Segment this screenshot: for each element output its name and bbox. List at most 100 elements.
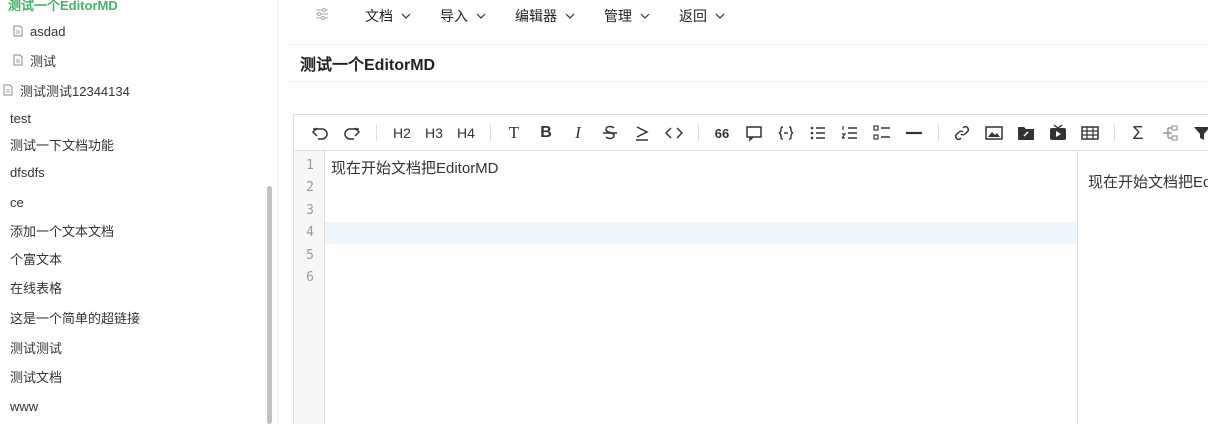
sidebar-item-label: 测试测试12344134 [20, 83, 130, 99]
sidebar-item-editormd[interactable]: 测试一个EditorMD [8, 0, 118, 17]
tv-icon [1050, 124, 1066, 140]
document-title-field[interactable]: 测试一个EditorMD [288, 44, 1208, 82]
undo-button[interactable] [310, 123, 330, 143]
h3-button[interactable]: H3 [422, 123, 446, 143]
task-list-icon [873, 125, 890, 140]
h2-button[interactable]: H2 [390, 123, 414, 143]
sidebar-item-label: dfsdfs [10, 164, 45, 180]
active-line-highlight [325, 222, 1077, 244]
sidebar-item-label: 这是一个简单的超链接 [10, 310, 141, 326]
quote-button[interactable]: 66 [712, 123, 732, 143]
comment-icon [746, 126, 762, 142]
sidebar-item-label: 在线表格 [10, 280, 63, 296]
link-icon [954, 125, 970, 141]
sidebar-item-dfsdfs[interactable]: dfsdfs [10, 159, 45, 185]
attachment-button[interactable] [1016, 123, 1036, 143]
table-button[interactable] [1080, 123, 1100, 143]
undo-icon [311, 127, 328, 140]
bold-button[interactable]: B [536, 123, 556, 143]
h4-button[interactable]: H4 [454, 123, 478, 143]
sidebar-item-ce[interactable]: ce [10, 189, 24, 215]
h3-label: H3 [425, 125, 443, 141]
line-number: 4 [306, 225, 314, 240]
mindmap-button[interactable] [1160, 123, 1180, 143]
sidebar-item-test-doc[interactable]: 测试文档 [10, 363, 62, 389]
preview-text: 现在开始文档把EditorMD [1088, 174, 1208, 191]
sliders-icon[interactable] [314, 6, 330, 22]
sidebar-item-text-doc[interactable]: 添加一个文本文档 [10, 217, 114, 243]
document-icon [13, 54, 23, 66]
menu-editor[interactable]: 编辑器 [515, 6, 575, 26]
strikethrough-button[interactable] [600, 123, 620, 143]
bold-label: B [540, 124, 552, 141]
sidebar-item-label: 测试测试 [10, 340, 63, 356]
inline-code-button[interactable] [664, 123, 684, 143]
redo-icon [344, 127, 361, 140]
bullet-list-button[interactable] [808, 123, 828, 143]
sum-label: Σ [1132, 122, 1144, 143]
menu-label: 文档 [365, 8, 393, 24]
menu-manage[interactable]: 管理 [604, 6, 650, 26]
strikethrough-icon [603, 125, 617, 140]
sidebar-scrollbar[interactable] [267, 186, 272, 424]
mindmap-icon [1163, 125, 1178, 141]
image-icon [985, 126, 1003, 140]
line-number: 5 [306, 248, 314, 263]
sidebar-item-test-12344134[interactable]: 测试测试12344134 [2, 77, 130, 103]
sidebar-item-label: asdad [30, 23, 66, 39]
sidebar-item-doc-function[interactable]: 测试一下文档功能 [10, 131, 114, 157]
sidebar-item-hyperlink[interactable]: 这是一个简单的超链接 [10, 304, 140, 330]
h4-label: H4 [457, 125, 475, 141]
line-number: 2 [306, 180, 314, 195]
highlight-button[interactable] [632, 123, 652, 143]
redo-button[interactable] [342, 123, 362, 143]
image-button[interactable] [984, 123, 1004, 143]
sidebar-item-www[interactable]: www [10, 393, 38, 419]
task-list-button[interactable] [872, 123, 892, 143]
sidebar-item-test-test[interactable]: 测试测试 [10, 334, 62, 360]
document-icon [13, 25, 23, 37]
comment-button[interactable] [744, 123, 764, 143]
italic-label: I [575, 123, 581, 142]
filter-icon [1194, 127, 1208, 140]
code-icon [665, 127, 683, 139]
sidebar-item-test[interactable]: test [10, 105, 31, 131]
sidebar-item-label: 测试 [30, 53, 57, 69]
formula-button[interactable]: Σ [1128, 123, 1148, 143]
more-button[interactable] [1192, 123, 1208, 143]
document-icon [3, 84, 13, 96]
chevron-down-icon [476, 13, 486, 19]
menu-label: 编辑器 [515, 8, 557, 24]
sidebar-item-label: www [10, 398, 39, 414]
horizontal-rule-button[interactable] [904, 123, 924, 143]
line-number-gutter: 1 2 3 4 5 6 [294, 151, 325, 424]
menu-back[interactable]: 返回 [679, 6, 725, 26]
top-menu: 文档 导入 编辑器 管理 返回 [278, 0, 1208, 30]
menu-import[interactable]: 导入 [440, 6, 486, 26]
markdown-editor: H2 H3 H4 T B I 66 Σ 1 2 3 4 5 6 现在开始文档把E… [293, 114, 1208, 424]
video-button[interactable] [1048, 123, 1068, 143]
braces-icon [778, 126, 794, 140]
menu-document[interactable]: 文档 [365, 6, 411, 26]
code-block-button[interactable] [776, 123, 796, 143]
sidebar-item-asdad[interactable]: asdad [12, 18, 65, 44]
sidebar-item-label: 测试文档 [10, 369, 63, 385]
document-title: 测试一个EditorMD [300, 57, 436, 74]
sidebar-item-label: ce [10, 194, 24, 210]
ordered-list-button[interactable] [840, 123, 860, 143]
chevron-down-icon [565, 13, 575, 19]
text-style-button[interactable]: T [504, 123, 524, 143]
link-button[interactable] [952, 123, 972, 143]
line-number: 3 [306, 203, 314, 218]
italic-button[interactable]: I [568, 123, 588, 143]
quote-label: 66 [714, 125, 730, 141]
sidebar-item-online-table[interactable]: 在线表格 [10, 274, 62, 300]
code-editor-area[interactable]: 现在开始文档把EditorMD [325, 151, 1077, 424]
folder-attachment-icon [1018, 127, 1034, 140]
sidebar-item-label: 测试一下文档功能 [10, 137, 115, 153]
sidebar-item-test-cn[interactable]: 测试 [12, 47, 56, 73]
menu-label: 管理 [604, 8, 632, 24]
chevron-down-icon [640, 13, 650, 19]
sidebar-item-rich-text[interactable]: 个富文本 [10, 245, 62, 271]
chevron-down-icon [715, 13, 725, 19]
